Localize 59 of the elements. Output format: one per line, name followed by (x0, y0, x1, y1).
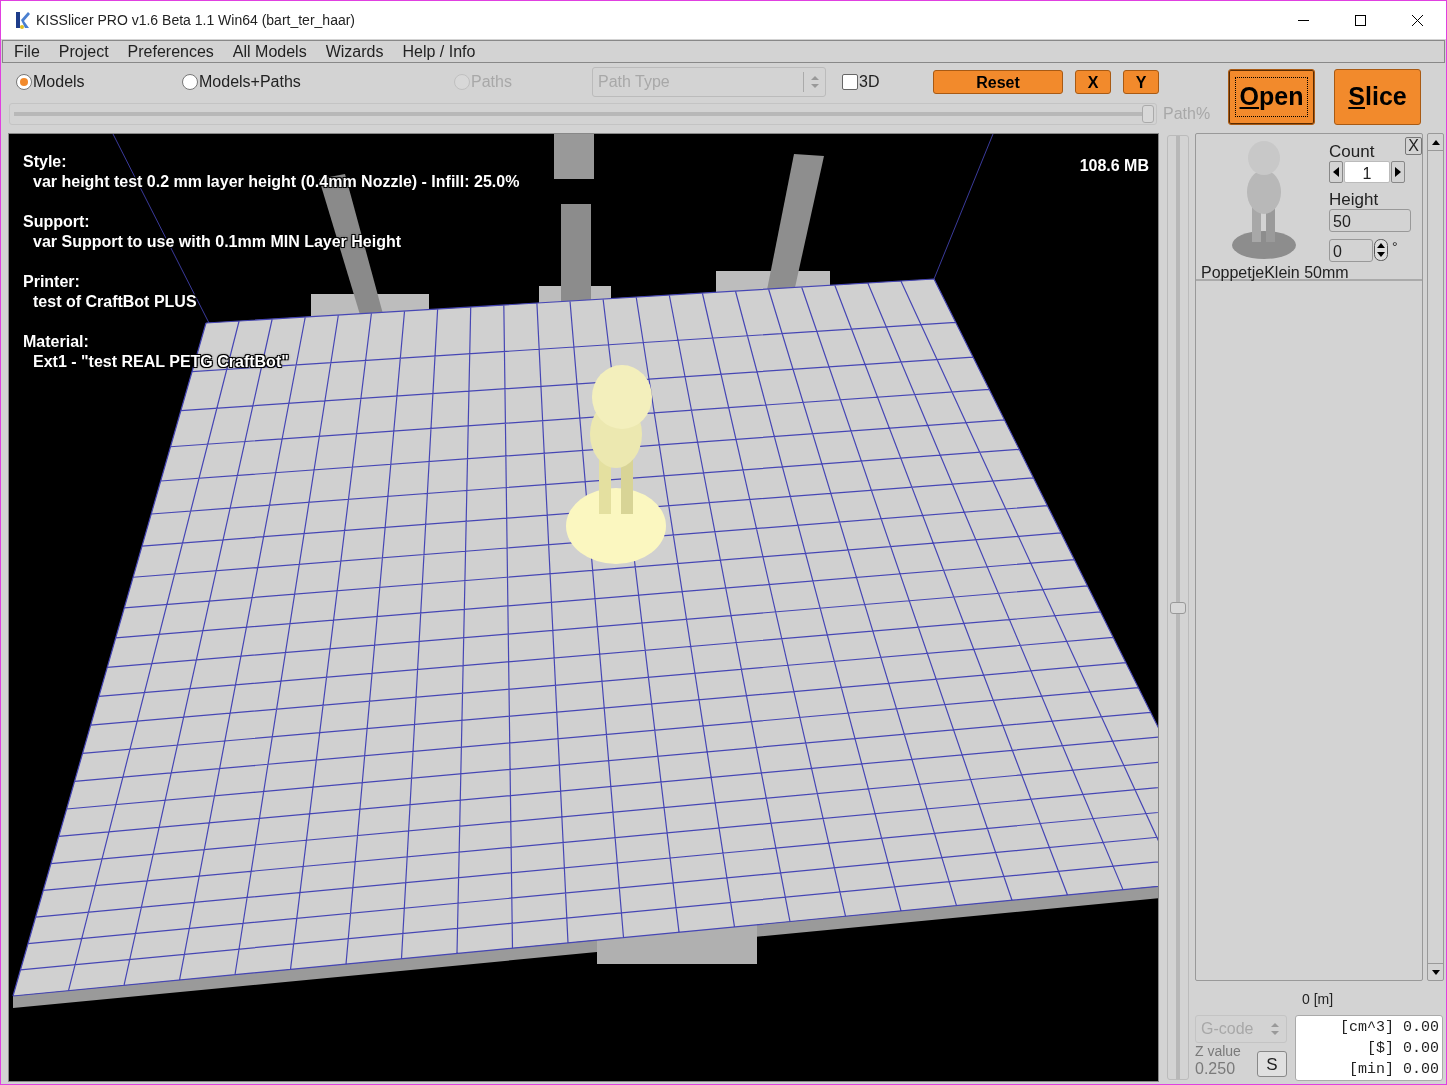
radio-button[interactable] (182, 74, 198, 90)
radio-label[interactable]: Models (33, 70, 85, 94)
rotation-field[interactable]: 0 (1329, 239, 1373, 262)
s-button[interactable]: S (1257, 1051, 1287, 1077)
info-value: var Support to use with 0.1mm MIN Layer Height (33, 232, 403, 252)
vertical-scrollbar[interactable] (1427, 133, 1444, 981)
layer-slider-track[interactable] (1167, 135, 1189, 1080)
app-logo-icon (13, 10, 31, 30)
z-value-label: Z value (1195, 1043, 1241, 1060)
remove-model-button[interactable]: X (1405, 137, 1422, 155)
main-action-button[interactable]: Slice (1334, 69, 1421, 125)
menu-item[interactable]: Preferences (127, 39, 214, 64)
height-field[interactable]: 50 (1329, 209, 1411, 232)
checkbox-3d[interactable]: 3D (842, 70, 933, 94)
memory-usage: 108.6 MB (1079, 156, 1149, 176)
right-triangle-icon (1395, 167, 1401, 177)
stats-row-text: [min] 0.00 (1348, 1059, 1439, 1080)
info-heading: Support: (23, 212, 91, 232)
model-name: PoppetjeKlein 50mm (1201, 263, 1349, 283)
menu-item[interactable]: File (14, 39, 40, 64)
3d-viewport-drawing[interactable] (9, 134, 1158, 1081)
count-field[interactable]: 1 (1344, 161, 1390, 183)
window-title: KISSlicer PRO v1.6 Beta 1.1 Win64 (bart_ter_haar) (36, 10, 356, 30)
up-down-caret-icon (810, 75, 819, 89)
reset-button[interactable]: Reset (933, 70, 1063, 94)
menu-item[interactable]: Project (58, 39, 109, 64)
scroll-up-icon (1431, 139, 1440, 145)
info-heading: Printer: (23, 272, 81, 292)
info-value: var height test 0.2 mm layer height (0.4mm Nozzle) - Infill: 25.0% (33, 172, 520, 192)
main-action-button[interactable]: Open (1228, 69, 1315, 125)
increment-button[interactable] (1391, 161, 1405, 183)
minimize-icon (1298, 19, 1309, 21)
degree-unit: ° (1392, 238, 1398, 257)
menu-item[interactable]: Help / Info (402, 39, 476, 64)
axis-button[interactable]: Y (1123, 70, 1159, 94)
z-value: 0.250 (1195, 1060, 1237, 1077)
up-down-caret-icon (1271, 1022, 1279, 1036)
decrement-button[interactable] (1329, 161, 1343, 183)
axis-button[interactable]: X (1075, 70, 1111, 94)
menu-item[interactable]: All Models (232, 39, 307, 64)
maximize-icon (1355, 14, 1366, 26)
menu-item[interactable]: Wizards (325, 39, 384, 64)
left-triangle-icon (1333, 167, 1339, 177)
spinner-arrows-icon (1374, 239, 1388, 261)
info-heading: Material: (23, 332, 90, 352)
info-heading: Style: (23, 152, 68, 172)
distance-label: 0 [m] (1302, 990, 1335, 1009)
close-icon (1412, 14, 1423, 26)
radio-label[interactable]: Models+Paths (199, 70, 301, 94)
count-label: Count (1329, 141, 1375, 163)
stats-row-text: [cm^3] 0.00 (1338, 1017, 1439, 1038)
height-label: Height (1329, 189, 1379, 211)
scroll-down-icon (1431, 969, 1440, 975)
radio-button[interactable] (16, 74, 32, 90)
model-card[interactable]: Count X 1 Height 50 0 ° PoppetjeKlein 50mm (1196, 134, 1423, 281)
path-slider-track[interactable] (9, 103, 1157, 125)
info-value: test of CraftBot PLUS (33, 292, 198, 312)
layer-slider-thumb[interactable] (1170, 601, 1186, 614)
stats-row-text: [$] 0.00 (1366, 1038, 1439, 1059)
